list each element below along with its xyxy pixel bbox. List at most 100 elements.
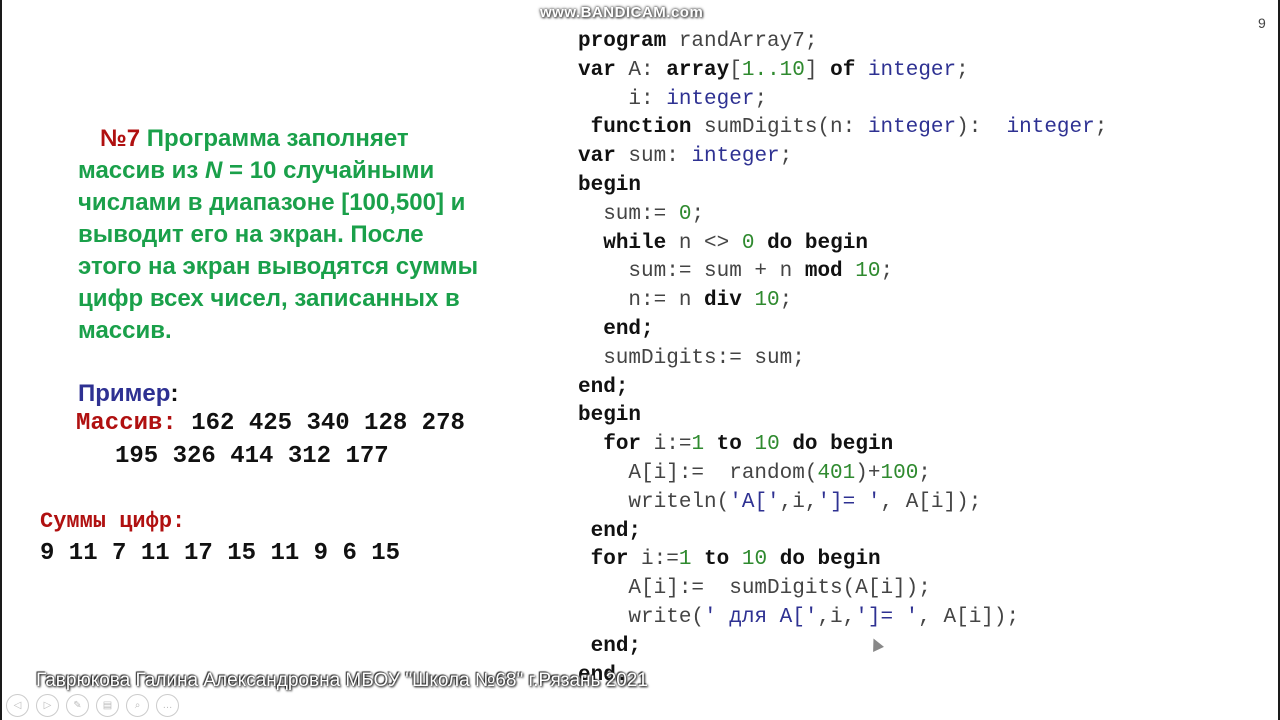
code-text: write( (578, 605, 705, 629)
code-number: 10 (741, 548, 768, 572)
code-text: ; (779, 289, 793, 313)
code-text: ; (1094, 116, 1108, 140)
code-line: i: integer; (578, 86, 1107, 115)
zoom-icon[interactable]: ⌕ (126, 694, 149, 717)
code-keyword: end; (578, 375, 629, 399)
code-text: ): (956, 116, 1007, 140)
code-text: ; (754, 87, 768, 111)
more-icon[interactable]: … (156, 694, 179, 717)
code-keyword: end; (590, 634, 642, 658)
code-text: ,i, (817, 605, 856, 629)
code-text: A[i]:= sumDigits(A[i]); (578, 577, 931, 601)
example-label: Пример (78, 380, 171, 407)
code-number: 401 (817, 461, 856, 485)
array-label: Массив: (76, 410, 177, 437)
code-text: ; (918, 461, 931, 485)
code-line: var A: array[1..10] of integer; (578, 57, 1107, 86)
task-line: цифр всех чисел, записанных в (78, 285, 460, 312)
digit-sums-label: Суммы цифр: (40, 509, 186, 534)
code-line: sum:= sum + n mod 10; (578, 258, 1107, 287)
code-text: sum:= sum + n (578, 260, 805, 284)
code-keyword: begin (804, 231, 868, 255)
task-line: = 10 случайными (222, 157, 435, 184)
code-line: for i:=1 to 10 do begin (578, 546, 1107, 575)
code-number: 1 (691, 433, 705, 457)
code-keyword: of (830, 58, 856, 82)
left-border (0, 0, 2, 720)
code-text: , A[i]); (918, 605, 1020, 629)
pen-icon[interactable]: ✎ (66, 694, 89, 717)
code-string: ']= ' (855, 605, 919, 629)
code-line: while n <> 0 do begin (578, 230, 1107, 259)
recorder-watermark: www.BANDICAM.com (540, 4, 704, 21)
code-line: end; (578, 633, 1107, 662)
task-line: Программа заполняет (140, 125, 409, 152)
code-number: 100 (880, 461, 919, 485)
code-keyword: begin (578, 173, 642, 197)
code-text: ] (804, 58, 831, 82)
author-footer: Гаврюкова Галина Александровна МБОУ "Шко… (36, 670, 648, 691)
code-keyword: var (578, 145, 616, 169)
code-text: ; (779, 145, 793, 169)
code-text: writeln( (578, 490, 730, 514)
code-text: , A[i]); (880, 490, 982, 514)
code-string: ']= ' (817, 490, 881, 514)
code-text: ,i, (779, 490, 818, 514)
slides-icon[interactable]: ▤ (96, 694, 119, 717)
code-text: sum:= (578, 202, 679, 226)
code-line: end; (578, 374, 1107, 403)
code-text: i: (578, 87, 667, 111)
code-text: ; (691, 202, 705, 226)
code-text: i:= (628, 548, 679, 572)
code-keyword: do (792, 433, 818, 457)
array-values: 162 425 340 128 278 (176, 410, 465, 437)
code-keyword: program (578, 30, 667, 53)
previous-slide-icon[interactable]: ◁ (6, 694, 29, 717)
task-line: массив. (78, 317, 172, 344)
code-text: ; (956, 58, 969, 82)
code-keyword: while (603, 231, 667, 255)
task-description: №7 Программа заполняет массив из N = 10 … (78, 123, 538, 347)
code-type: integer (867, 116, 957, 140)
code-line: for i:=1 to 10 do begin (578, 431, 1107, 460)
code-keyword: begin (578, 404, 642, 428)
code-keyword: begin (817, 548, 881, 572)
code-line: A[i]:= random(401)+100; (578, 460, 1107, 489)
code-string: ' для A[' (704, 605, 818, 629)
code-text: A: (615, 58, 667, 82)
code-text: sum: (615, 145, 692, 169)
code-line: program randArray7; (578, 28, 1107, 57)
task-line: выводит его на экран. После (78, 221, 424, 248)
code-text: ; (880, 260, 894, 284)
variable-n: N (205, 157, 223, 184)
next-slide-icon[interactable]: ▷ (36, 694, 59, 717)
code-line: n:= n div 10; (578, 287, 1107, 316)
code-keyword: to (704, 548, 730, 572)
code-keyword: array (666, 58, 730, 82)
pascal-code-listing: program randArray7; var A: array[1..10] o… (578, 28, 1107, 690)
code-text: sumDigits(n: (691, 116, 868, 140)
code-line: end. (578, 662, 1107, 691)
code-line: begin (578, 172, 1107, 201)
code-line: end; (578, 316, 1107, 345)
code-type: integer (666, 87, 755, 111)
code-number: 0 (741, 231, 755, 255)
code-text: randArray7; (666, 30, 818, 53)
code-keyword: begin (830, 433, 894, 457)
code-line: sumDigits:= sum; (578, 345, 1107, 374)
code-type: integer (1006, 116, 1095, 140)
code-text: n:= n (578, 289, 705, 313)
code-text: A[i]:= random( (578, 461, 818, 485)
array-row-1: Массив: 162 425 340 128 278 (76, 410, 465, 437)
code-line: begin (578, 402, 1107, 431)
code-keyword: end; (590, 519, 642, 543)
code-keyword: div (704, 289, 742, 313)
code-text: n <> (666, 231, 742, 255)
